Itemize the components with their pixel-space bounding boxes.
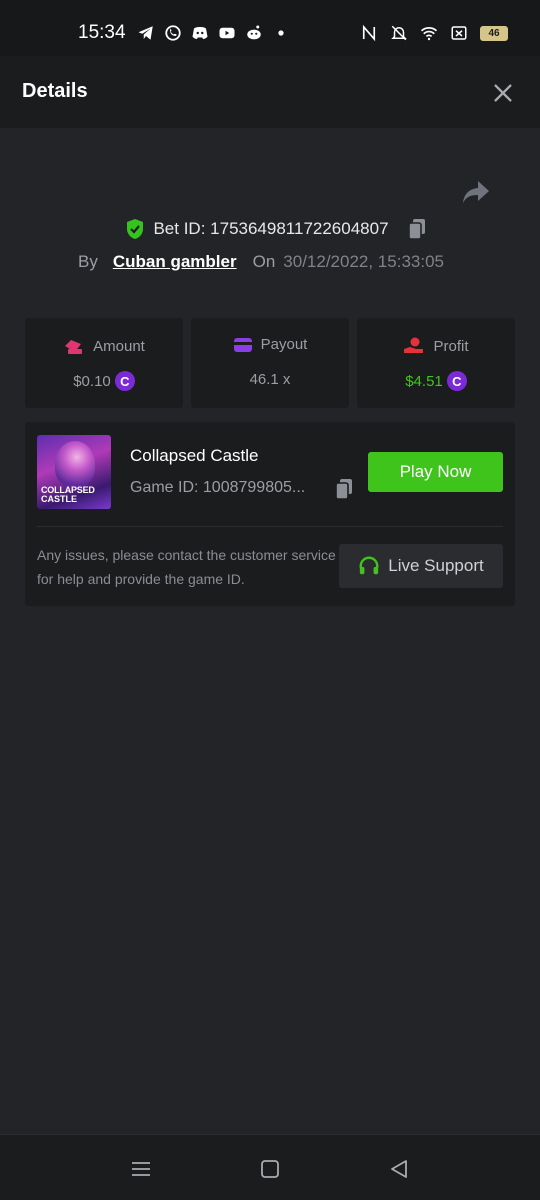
live-support-button[interactable]: Live Support [339,544,503,588]
profit-card: Profit $4.51 C [357,318,515,408]
bet-id: Bet ID: 1753649811722604807 [153,219,389,238]
thumb-title-2: CASTLE [41,494,77,504]
page-title: Details [22,80,88,102]
divider [37,526,503,527]
status-bar: 15:34 46 [0,0,540,56]
game-id: Game ID: 1008799805... [130,479,306,496]
copy-bet-id-icon[interactable] [407,218,427,240]
bet-id-row: Bet ID: 1753649811722604807 [0,215,540,243]
payout-value: 46.1 x [249,371,291,388]
details-header: Details [0,56,540,128]
coin-icon: C [446,371,467,391]
system-nav-bar [0,1134,540,1200]
bet-date: 30/12/2022, 15:33:05 [283,252,444,271]
youtube-icon [219,27,235,39]
nfc-icon [362,24,376,42]
bet-meta: By Cuban gambler On 30/12/2022, 15:33:05 [78,250,444,274]
live-support-label: Live Support [388,556,484,575]
profit-icon [404,337,424,353]
amount-icon [65,340,83,354]
dot-icon [278,30,284,36]
by-label: By [78,252,98,271]
bell-muted-icon [391,25,407,41]
help-text: Any issues, please contact the customer … [37,547,336,587]
share-icon[interactable] [461,178,491,206]
wifi-icon [420,27,438,41]
username-link[interactable]: Cuban gambler [113,252,237,272]
notification-icons [137,24,290,42]
payout-card: Payout 46.1 x [191,318,349,408]
coin-icon: C [114,371,135,391]
profit-value: $4.51 [405,372,443,390]
amount-label: Amount [93,337,145,355]
profit-label: Profit [433,337,469,355]
game-thumbnail[interactable]: COLLAPSED CASTLE [37,435,111,509]
whatsapp-icon [165,25,181,41]
payout-label: Payout [260,336,308,353]
status-time: 15:34 [78,22,126,43]
amount-card: Amount $0.10 C [25,318,183,408]
telegram-icon [138,26,153,40]
sim-x-icon [451,26,467,40]
on-label: On [252,252,276,271]
menu-icon[interactable] [129,1157,153,1181]
game-name: Collapsed Castle [130,446,259,465]
headset-icon [359,556,379,575]
amount-value: $0.10 [73,372,111,390]
game-art [55,441,95,487]
back-icon[interactable] [387,1157,411,1181]
discord-icon [192,27,208,39]
home-icon[interactable] [258,1157,282,1181]
payout-icon [233,337,252,352]
battery-icon: 46 [480,25,508,41]
close-icon[interactable] [492,82,514,104]
shield-check-icon [127,219,144,239]
system-icons: 46 [360,24,508,42]
reddit-icon [247,25,261,40]
play-now-button[interactable]: Play Now [368,452,503,492]
game-panel: COLLAPSED CASTLE Collapsed Castle Game I… [25,422,515,606]
copy-game-id-icon[interactable] [334,478,354,500]
